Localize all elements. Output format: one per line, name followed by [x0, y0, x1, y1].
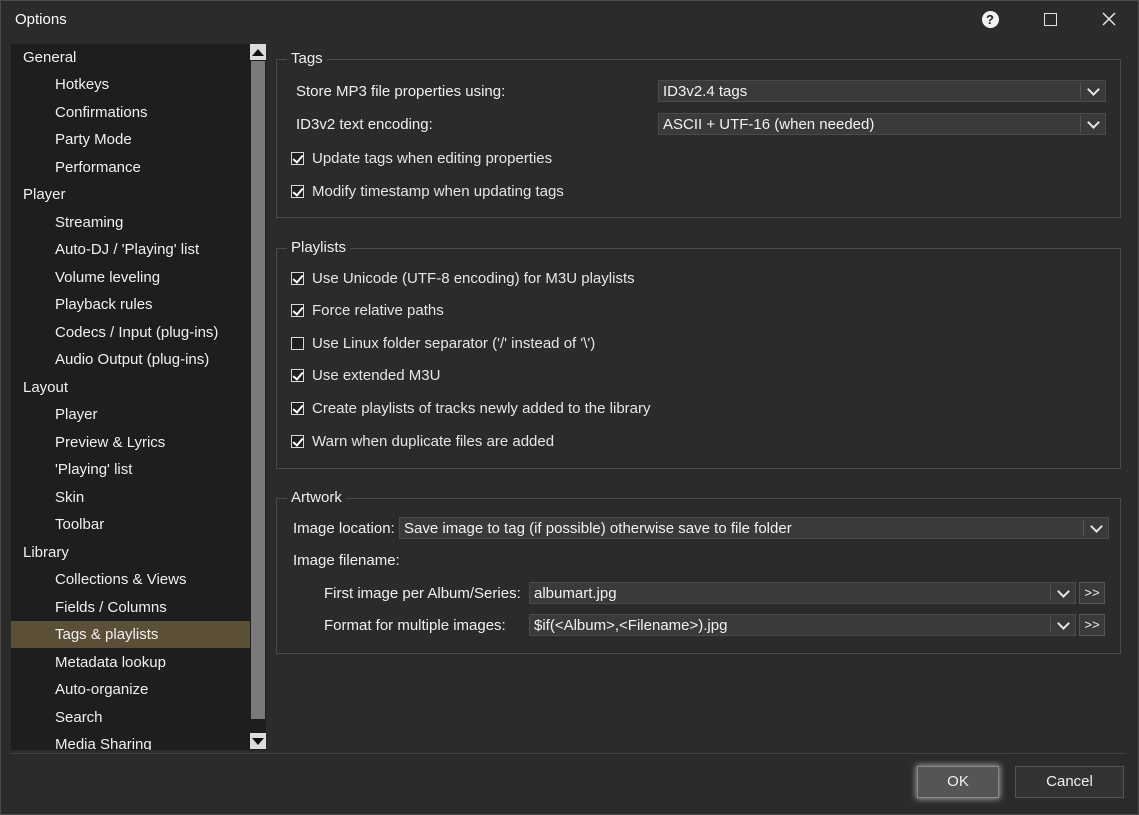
help-icon: ?: [981, 10, 999, 28]
checkbox-label: Use Linux folder separator ('/' instead …: [312, 334, 596, 352]
checkbox-label: Update tags when editing properties: [312, 149, 553, 167]
checkbox[interactable]: [291, 401, 304, 415]
nav-item[interactable]: Search: [11, 704, 250, 731]
nav-item[interactable]: Fields / Columns: [11, 594, 250, 621]
nav-scrollbar[interactable]: [250, 44, 266, 750]
encoding-label: ID3v2 text encoding:: [296, 116, 433, 133]
nav-item[interactable]: Player: [11, 401, 250, 428]
title-bar: Options ?: [1, 1, 1138, 37]
checkbox-label: Use extended M3U: [312, 367, 441, 385]
playlists-checkbox-row[interactable]: Use extended M3U: [291, 366, 440, 386]
multi-image-select[interactable]: $if(<Album>,<Filename>).jpg: [529, 614, 1076, 636]
nav-item[interactable]: 'Playing' list: [11, 456, 250, 483]
nav-item[interactable]: Confirmations: [11, 99, 250, 126]
image-location-value: Save image to tag (if possible) otherwis…: [404, 520, 792, 537]
tags-group-title: Tags: [287, 50, 327, 68]
arrow-up-icon: [252, 48, 264, 56]
tags-checkbox-row[interactable]: Modify timestamp when updating tags: [291, 181, 564, 201]
help-button[interactable]: ?: [961, 1, 1019, 37]
checkbox[interactable]: [291, 184, 304, 198]
close-button[interactable]: [1080, 1, 1138, 37]
first-image-more-button[interactable]: >>: [1079, 582, 1105, 604]
first-image-label: First image per Album/Series:: [324, 585, 521, 602]
nav-item[interactable]: Hotkeys: [11, 71, 250, 98]
encoding-select[interactable]: ASCII + UTF-16 (when needed): [658, 113, 1106, 135]
checkbox[interactable]: [291, 369, 304, 383]
nav-item[interactable]: Preview & Lyrics: [11, 429, 250, 456]
nav-item[interactable]: Auto-DJ / 'Playing' list: [11, 236, 250, 263]
options-window: Options ? General Hotkeys Confirmations Par…: [0, 0, 1139, 815]
checkbox-label: Modify timestamp when updating tags: [312, 182, 564, 200]
playlists-checkbox-row[interactable]: Warn when duplicate files are added: [291, 431, 554, 451]
store-mp3-select[interactable]: ID3v2.4 tags: [658, 80, 1106, 102]
window-title: Options: [15, 11, 67, 28]
nav-item[interactable]: Playback rules: [11, 291, 250, 318]
multi-image-more-button[interactable]: >>: [1079, 614, 1105, 636]
image-location-label: Image location:: [293, 520, 395, 537]
playlists-group-title: Playlists: [287, 239, 351, 257]
nav-item[interactable]: Skin: [11, 484, 250, 511]
nav-item[interactable]: Auto-organize: [11, 676, 250, 703]
first-image-value: albumart.jpg: [534, 585, 617, 602]
checkbox-label: Force relative paths: [312, 302, 444, 320]
nav-item[interactable]: Tags & playlists: [11, 621, 250, 648]
nav-item[interactable]: Party Mode: [11, 126, 250, 153]
nav-item[interactable]: Audio Output (plug-ins): [11, 346, 250, 373]
arrow-down-icon: [252, 737, 264, 745]
tags-checkbox-row[interactable]: Update tags when editing properties: [291, 148, 552, 168]
nav-item[interactable]: Library: [11, 539, 250, 566]
checkbox-label: Warn when duplicate files are added: [312, 432, 555, 450]
nav-item[interactable]: Layout: [11, 374, 250, 401]
cancel-button[interactable]: Cancel: [1015, 766, 1124, 798]
nav-item[interactable]: Codecs / Input (plug-ins): [11, 319, 250, 346]
multi-image-label: Format for multiple images:: [324, 617, 506, 634]
store-mp3-value: ID3v2.4 tags: [663, 83, 748, 100]
footer-divider: [11, 753, 1125, 754]
ok-button[interactable]: OK: [917, 766, 999, 798]
artwork-group-title: Artwork: [287, 489, 346, 507]
playlists-checkbox-row[interactable]: Use Unicode (UTF-8 encoding) for M3U pla…: [291, 268, 635, 288]
nav-item[interactable]: Player: [11, 181, 250, 208]
close-icon: [1102, 12, 1116, 26]
chevron-down-icon: [1051, 615, 1075, 635]
nav-item[interactable]: Toolbar: [11, 511, 250, 538]
image-filename-label: Image filename:: [293, 552, 400, 569]
checkbox[interactable]: [291, 434, 304, 448]
nav-item[interactable]: Volume leveling: [11, 264, 250, 291]
nav-item[interactable]: Performance: [11, 154, 250, 181]
checkbox[interactable]: [291, 304, 304, 318]
chevron-down-icon: [1051, 583, 1075, 603]
scroll-thumb[interactable]: [251, 61, 265, 719]
playlists-checkbox-row[interactable]: Force relative paths: [291, 301, 444, 321]
playlists-checkbox-row[interactable]: Create playlists of tracks newly added t…: [291, 398, 651, 418]
chevron-down-icon: [1081, 114, 1105, 134]
nav-item[interactable]: Collections & Views: [11, 566, 250, 593]
first-image-select[interactable]: albumart.jpg: [529, 582, 1076, 604]
checkbox[interactable]: [291, 151, 304, 165]
chevron-down-icon: [1081, 81, 1105, 101]
store-mp3-label: Store MP3 file properties using:: [296, 83, 506, 100]
maximize-icon: [1043, 12, 1057, 26]
checkbox[interactable]: [291, 336, 304, 350]
multi-image-value: $if(<Album>,<Filename>).jpg: [534, 617, 728, 634]
image-location-select[interactable]: Save image to tag (if possible) otherwis…: [399, 517, 1109, 539]
options-nav-tree[interactable]: General Hotkeys Confirmations Party Mode Per…: [11, 44, 250, 750]
checkbox-label: Use Unicode (UTF-8 encoding) for M3U pla…: [312, 269, 635, 287]
nav-item[interactable]: Media Sharing: [11, 731, 250, 750]
checkbox-label: Create playlists of tracks newly added t…: [312, 399, 651, 417]
scroll-up-button[interactable]: [250, 44, 266, 60]
nav-item[interactable]: Metadata lookup: [11, 649, 250, 676]
maximize-button[interactable]: [1021, 1, 1079, 37]
encoding-value: ASCII + UTF-16 (when needed): [663, 116, 875, 133]
scroll-down-button[interactable]: [250, 733, 266, 749]
nav-item[interactable]: General: [11, 44, 250, 71]
playlists-checkbox-row[interactable]: Use Linux folder separator ('/' instead …: [291, 333, 595, 353]
checkbox[interactable]: [291, 271, 304, 285]
chevron-down-icon: [1084, 518, 1108, 538]
nav-item[interactable]: Streaming: [11, 209, 250, 236]
